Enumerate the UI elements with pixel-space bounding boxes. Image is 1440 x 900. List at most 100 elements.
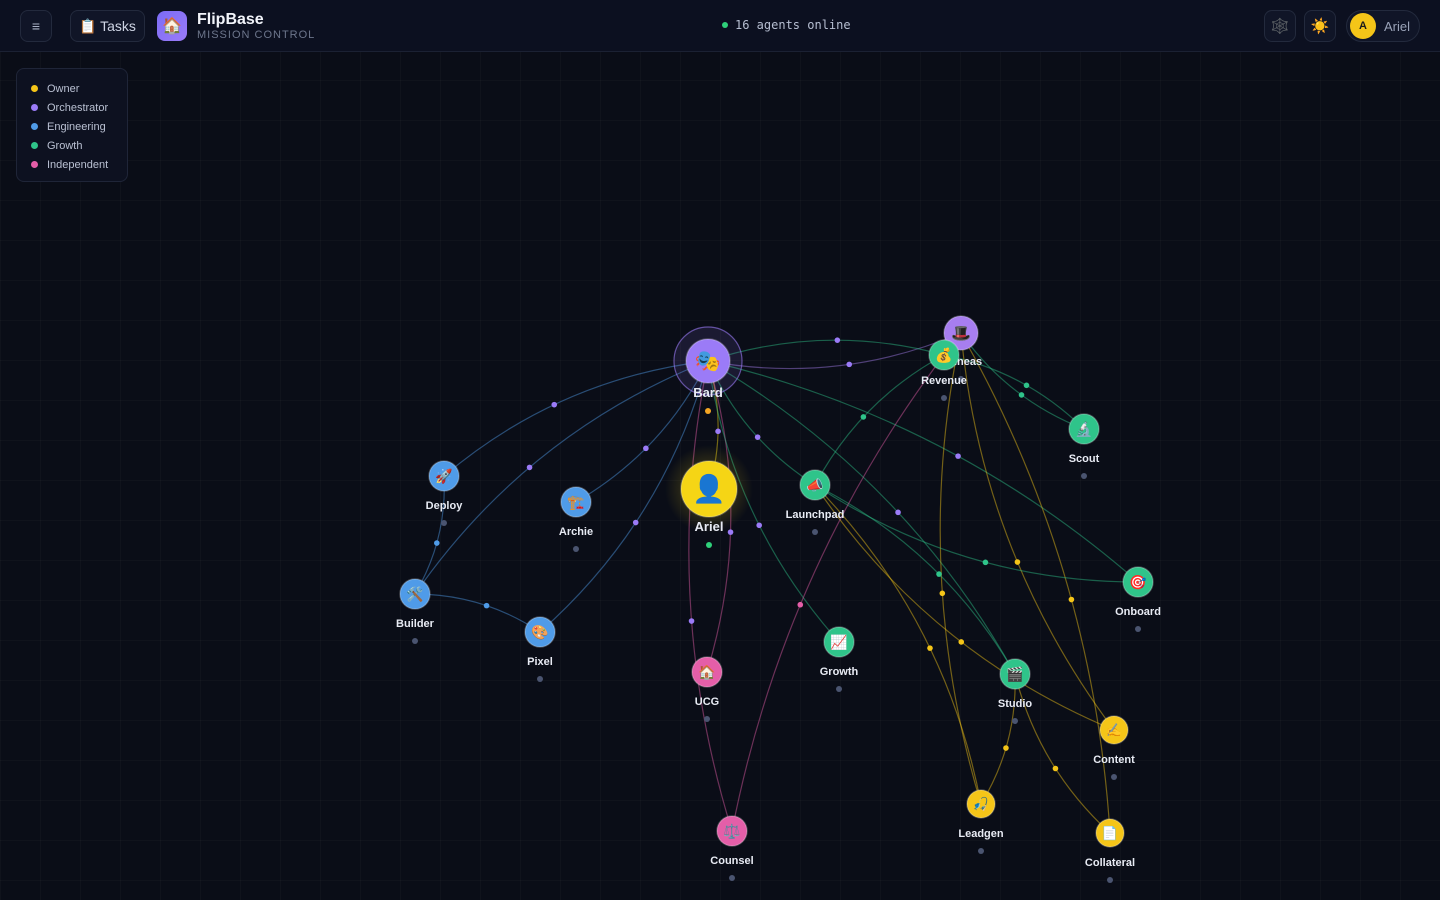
network-view-button[interactable]: 🕸️ bbox=[1264, 10, 1296, 42]
top-bar: ≡ 📋 Tasks 🏠 FlipBase MISSION CONTROL 16 … bbox=[0, 0, 1440, 52]
agent-node-archie[interactable]: 🏗️ Archie bbox=[559, 486, 593, 552]
launchpad-agent-icon: 📣 bbox=[806, 477, 824, 494]
agent-node-launchpad[interactable]: 📣 Launchpad bbox=[786, 469, 845, 535]
agent-node-collateral[interactable]: 📄 Collateral bbox=[1085, 818, 1135, 883]
edge-particle bbox=[834, 337, 841, 343]
edge-studio-leadgen bbox=[980, 673, 1016, 805]
revenue-agent-icon: 💰 bbox=[935, 347, 952, 364]
growth-agent-icon: 📈 bbox=[830, 634, 847, 651]
edge-particle bbox=[860, 414, 867, 420]
edge-particle bbox=[1014, 559, 1021, 565]
theme-toggle-button[interactable]: ☀️ bbox=[1304, 10, 1336, 42]
builder-agent-icon: 🛠️ bbox=[406, 585, 423, 603]
agent-node-ugc[interactable]: 🏠 UCG bbox=[691, 656, 723, 722]
agent-label: Launchpad bbox=[786, 509, 845, 521]
studio-agent-icon: 🎬 bbox=[1006, 666, 1023, 683]
agent-status-dot bbox=[836, 686, 842, 692]
agent-label: Revenue bbox=[921, 375, 967, 387]
agent-node-content[interactable]: ✍️ Content bbox=[1093, 715, 1135, 780]
agent-status-dot bbox=[573, 546, 579, 552]
agent-node-builder[interactable]: 🛠️ Builder bbox=[396, 578, 435, 644]
agent-label: Bard bbox=[693, 385, 723, 400]
agent-node-pixel[interactable]: 🎨 Pixel bbox=[524, 616, 556, 682]
app-subtitle: MISSION CONTROL bbox=[197, 29, 316, 41]
agent-status-dot bbox=[412, 638, 418, 644]
agent-node-onboard[interactable]: 🎯 Onboard bbox=[1115, 566, 1161, 632]
agent-label: Content bbox=[1093, 754, 1135, 766]
agent-node-leadgen[interactable]: 🎣 Leadgen bbox=[958, 789, 1004, 854]
app-title: FlipBase bbox=[197, 11, 264, 28]
agent-label: Deploy bbox=[426, 500, 464, 512]
leadgen-agent-icon: 🎣 bbox=[973, 795, 989, 812]
app-logo-icon: 🏠 bbox=[157, 11, 187, 41]
edge-bard-counsel bbox=[688, 360, 733, 832]
ugc-agent-icon: 🏠 bbox=[698, 664, 715, 681]
agent-status-dot bbox=[1111, 774, 1117, 780]
edge-particle bbox=[727, 529, 734, 535]
edge-particle bbox=[1018, 392, 1025, 398]
edge-bard-studio bbox=[707, 360, 1016, 675]
phineas-agent-icon: 🎩 bbox=[951, 323, 971, 342]
agent-label: UCG bbox=[695, 696, 719, 708]
agent-label: Pixel bbox=[527, 656, 553, 668]
edge-particle bbox=[434, 540, 440, 546]
edge-phineas-scout bbox=[960, 332, 1085, 430]
agent-label: Leadgen bbox=[958, 828, 1004, 840]
avatar: A bbox=[1350, 13, 1376, 39]
agent-status-dot bbox=[706, 542, 712, 548]
content-agent-icon: ✍️ bbox=[1106, 722, 1122, 738]
agents-online-text: 16 agents online bbox=[735, 18, 851, 32]
edge-particle bbox=[483, 602, 490, 609]
hamburger-icon: ≡ bbox=[31, 18, 41, 34]
agent-network-graph[interactable]: 🎭Bard👤Ariel🎩Phineas💰Revenue🔬Scout🚀Deploy… bbox=[0, 52, 1440, 900]
agent-node-scout[interactable]: 🔬 Scout bbox=[1068, 413, 1100, 479]
scout-agent-icon: 🔬 bbox=[1075, 420, 1092, 438]
agent-status-dot bbox=[1107, 877, 1113, 883]
agents-status: 16 agents online bbox=[722, 18, 851, 32]
edge-phineas-collateral bbox=[960, 332, 1111, 834]
agent-status-dot bbox=[812, 529, 818, 535]
agent-node-counsel[interactable]: ⚖️ Counsel bbox=[710, 815, 754, 881]
archie-agent-icon: 🏗️ bbox=[567, 495, 585, 511]
network-icon: 🕸️ bbox=[1270, 18, 1290, 35]
edge-particle bbox=[632, 519, 639, 526]
agent-label: Scout bbox=[1069, 453, 1100, 465]
agent-node-growth[interactable]: 📈 Growth bbox=[820, 626, 859, 692]
edge-particle bbox=[936, 571, 942, 577]
agent-label: Counsel bbox=[710, 855, 753, 867]
user-name: Ariel bbox=[1384, 18, 1411, 34]
onboard-agent-icon: 🎯 bbox=[1129, 574, 1147, 591]
agent-label: Growth bbox=[820, 666, 859, 678]
tasks-button[interactable]: 📋 Tasks bbox=[70, 10, 145, 42]
agent-status-dot bbox=[1012, 718, 1018, 724]
agent-status-dot bbox=[729, 875, 735, 881]
edge-particle bbox=[756, 522, 762, 529]
edge-particle bbox=[982, 559, 989, 566]
agent-label: Studio bbox=[998, 698, 1032, 710]
edge-bard-revenue bbox=[707, 339, 945, 362]
sun-icon: ☀️ bbox=[1310, 18, 1330, 35]
edge-particle bbox=[1052, 765, 1059, 772]
collateral-agent-icon: 📄 bbox=[1102, 825, 1118, 841]
edge-particle bbox=[927, 645, 933, 651]
edge-particle bbox=[955, 453, 961, 459]
edge-revenue-counsel bbox=[731, 354, 945, 832]
deploy-agent-icon: 🚀 bbox=[435, 468, 453, 485]
agent-status-dot bbox=[941, 395, 947, 401]
agent-status-dot bbox=[1135, 626, 1141, 632]
agent-label: Ariel bbox=[695, 519, 724, 534]
menu-button[interactable]: ≡ bbox=[20, 10, 52, 42]
agent-status-dot bbox=[441, 520, 447, 526]
user-menu[interactable]: A Ariel bbox=[1346, 10, 1420, 42]
online-status-icon bbox=[722, 22, 728, 28]
agent-node-ariel[interactable]: 👤 Ariel bbox=[665, 445, 753, 548]
agent-label: Archie bbox=[559, 526, 593, 538]
edge-particle bbox=[551, 401, 558, 408]
agent-status-dot bbox=[978, 848, 984, 854]
edge-particle bbox=[1003, 745, 1009, 751]
edge-particle bbox=[715, 428, 721, 435]
edge-deploy-builder bbox=[414, 475, 445, 595]
counsel-agent-icon: ⚖️ bbox=[723, 823, 740, 840]
ariel-agent-icon: 👤 bbox=[692, 473, 726, 505]
edge-particle bbox=[846, 361, 853, 368]
